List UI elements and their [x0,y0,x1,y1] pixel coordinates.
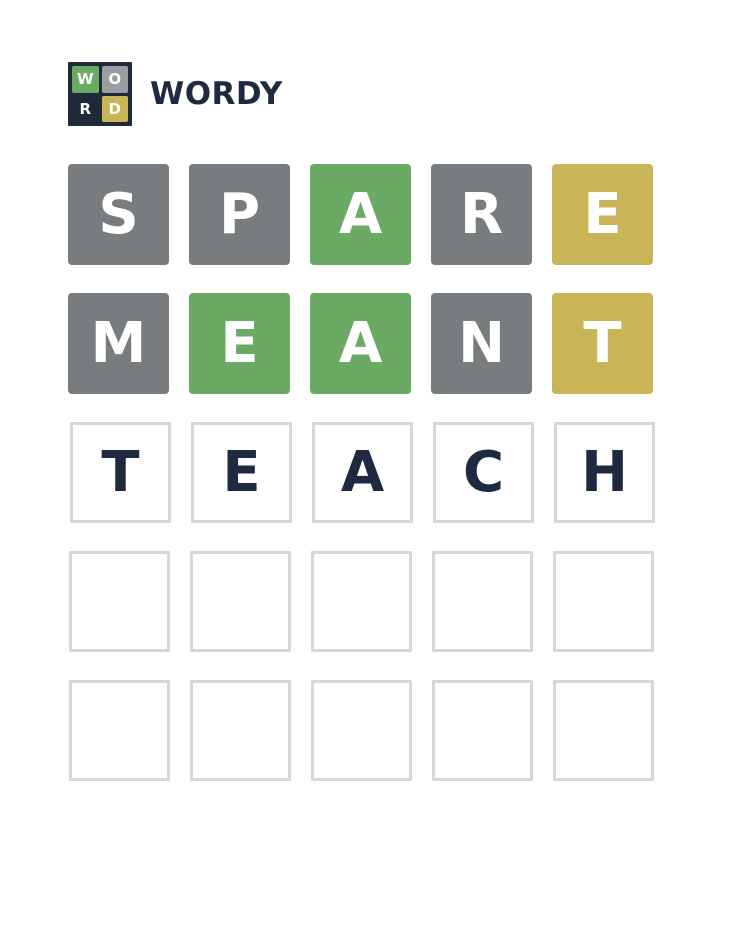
app-title: WORDY [150,76,283,112]
logo-cell-r: R [72,95,99,122]
tile: T [70,422,171,523]
tile [432,680,533,781]
game-board: S P A R E M E A N T T E A C H [68,164,655,809]
tile: P [189,164,290,265]
guess-row-1: S P A R E [68,164,655,265]
guess-row-5 [68,680,655,781]
logo-cell-w: W [72,66,99,93]
tile [311,680,412,781]
tile: E [191,422,292,523]
tile: S [68,164,169,265]
wordy-logo-icon: W O R D [68,62,132,126]
tile [553,551,654,652]
tile: H [554,422,655,523]
tile [553,680,654,781]
guess-row-4 [68,551,655,652]
tile [432,551,533,652]
tile: N [431,293,532,394]
tile: A [310,164,411,265]
guess-row-3: T E A C H [68,422,655,523]
tile [311,551,412,652]
tile [69,680,170,781]
tile: M [68,293,169,394]
tile: E [552,164,653,265]
tile [69,551,170,652]
tile: C [433,422,534,523]
tile: E [189,293,290,394]
app-header: W O R D WORDY [68,62,283,126]
logo-cell-d: D [101,95,128,122]
tile: A [310,293,411,394]
guess-row-2: M E A N T [68,293,655,394]
tile: R [431,164,532,265]
tile [190,680,291,781]
logo-cell-o: O [101,66,128,93]
tile: T [552,293,653,394]
tile [190,551,291,652]
tile: A [312,422,413,523]
